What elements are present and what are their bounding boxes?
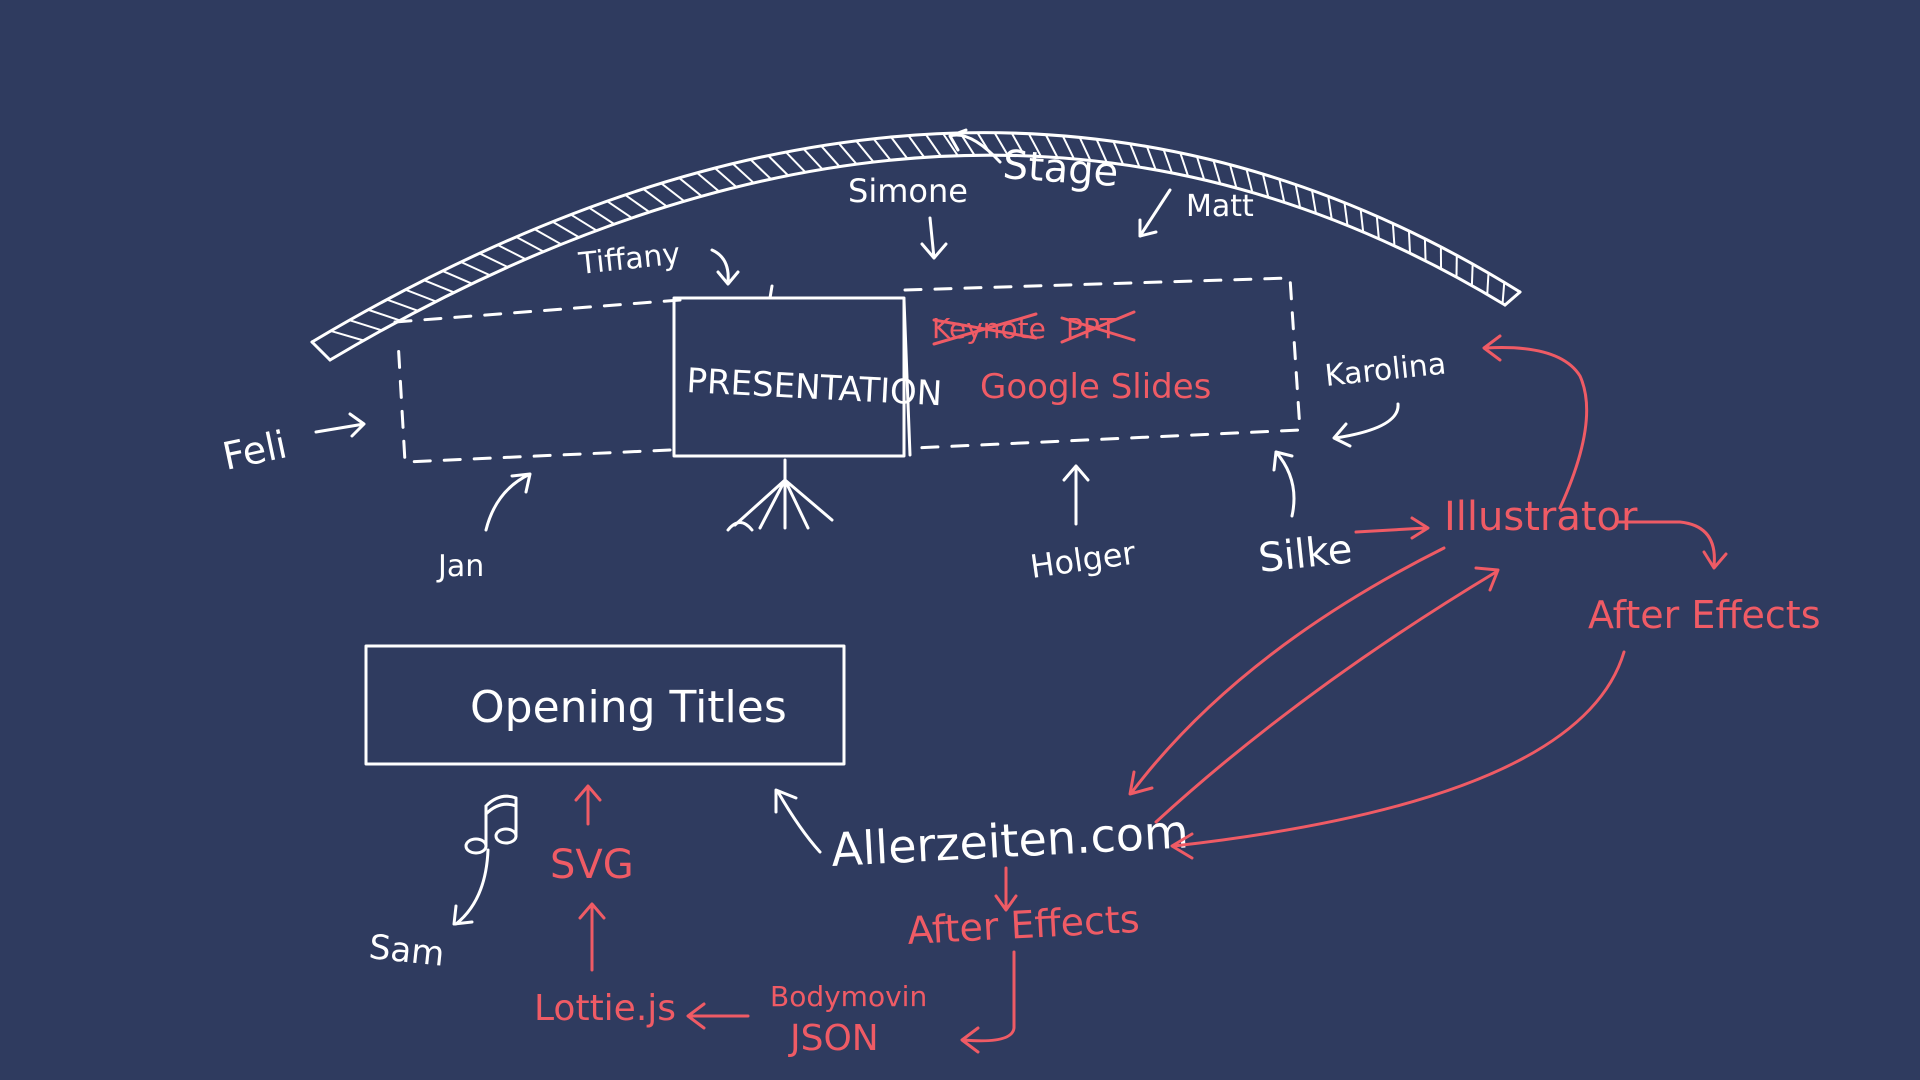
stage-hatch-line — [588, 206, 615, 225]
stage-hatching — [330, 132, 1506, 342]
format-bodymovin: Bodymovin — [770, 980, 927, 1013]
stage-hatch-line — [478, 252, 509, 268]
projector-tripod-icon — [726, 458, 834, 532]
holger-arrow — [1062, 464, 1090, 526]
person-feli: Feli — [219, 422, 291, 478]
stage-hatch-line — [349, 319, 383, 332]
stage-hatch-line — [837, 142, 858, 165]
karolina-arrow — [1332, 402, 1400, 448]
stage-hatch-line — [855, 140, 875, 163]
stage-hatch-line — [1179, 152, 1190, 177]
library-lottie: Lottie.js — [534, 988, 676, 1029]
stage-hatch-line — [1470, 263, 1474, 286]
person-simone: Simone — [848, 172, 968, 210]
tool-after-effects-top: After Effects — [1588, 593, 1821, 637]
stage-hatch-line — [802, 148, 824, 170]
stage-hatch-line — [696, 172, 720, 193]
stage-hatch-line — [1359, 209, 1365, 233]
stage-hatch-line — [1145, 146, 1157, 171]
stage-hatch-line — [497, 244, 527, 261]
stage-hatch-line — [660, 182, 685, 203]
person-karolina: Karolina — [1323, 346, 1448, 394]
stage-hatch-line — [570, 213, 598, 232]
stage-hatch-line — [460, 261, 491, 277]
stage-hatch-line — [367, 308, 401, 322]
matt-arrow — [1138, 188, 1172, 238]
tiffany-arrow — [710, 248, 740, 286]
jan-arrow — [484, 472, 532, 532]
stage-hatch-line — [924, 133, 942, 157]
person-jan: Jan — [436, 549, 484, 584]
stage-hatch-line — [1391, 223, 1396, 246]
stage-hatch-line — [552, 220, 580, 239]
stage-label: Stage — [1001, 142, 1120, 196]
stage-hatch-line — [1195, 156, 1206, 181]
format-json: JSON — [788, 1018, 879, 1059]
stage-hatch-line — [624, 194, 650, 213]
stage-hatch-line — [1423, 238, 1427, 261]
stage-hatch-line — [515, 236, 544, 253]
stage-hatch-line — [714, 167, 738, 188]
stage-hatch-line — [442, 270, 473, 285]
stage-hatch-line — [820, 145, 841, 168]
stage-hatch-line — [1129, 143, 1141, 168]
stage-hatch-line — [1212, 160, 1222, 185]
stage-hatch-line — [1407, 230, 1412, 254]
stage-hatch-line — [749, 158, 772, 180]
stage-hatch-line — [890, 136, 909, 160]
stage-hatch-line — [1311, 190, 1317, 214]
sam-arrow — [452, 848, 490, 926]
slides-tools: Keynote PPT Google Slides — [932, 310, 1211, 407]
stage-hatch-line — [1343, 202, 1349, 226]
person-silke: Silke — [1256, 526, 1354, 582]
stage-hatch-line — [1261, 173, 1270, 198]
stage-hatch-line — [1327, 196, 1333, 220]
stage-hatch-line — [678, 177, 703, 198]
stage-hatch-line — [907, 134, 926, 158]
presentation-screen: PRESENTATION — [672, 284, 943, 458]
sketch-diagram: Stage PRESENTATION Keynote PPT Google Sl… — [219, 128, 1821, 1059]
tool-illustrator: Illustrator — [1444, 494, 1638, 540]
opening-titles-box: Opening Titles — [364, 644, 846, 766]
music-note-icon — [464, 794, 518, 855]
stage-hatch-line — [872, 138, 892, 161]
person-tiffany: Tiffany — [576, 237, 682, 283]
stage-hatch-line — [1294, 184, 1302, 208]
stage-hatch-line — [1162, 149, 1173, 174]
stage-arc — [310, 131, 1522, 362]
stage-hatch-line — [1229, 164, 1238, 189]
feli-arrow — [314, 412, 366, 438]
stage-hatch-line — [386, 298, 419, 312]
silke-arrow — [1272, 450, 1296, 518]
stage-hatch-line — [330, 329, 364, 342]
format-svg: SVG — [550, 842, 634, 888]
stage-hatch-line — [1486, 272, 1490, 295]
stage-hatch-line — [767, 154, 789, 177]
chosen-tool-google-slides: Google Slides — [980, 367, 1211, 407]
tool-after-effects-bottom: After Effects — [906, 897, 1140, 953]
stage-hatch-line — [606, 200, 633, 219]
simone-arrow — [920, 216, 948, 260]
person-sam: Sam — [367, 927, 446, 975]
stage-hatch-line — [423, 279, 455, 294]
stage-hatch-line — [533, 228, 562, 246]
stage-hatch-line — [405, 288, 437, 303]
stage-hatch-line — [785, 151, 807, 173]
person-holger: Holger — [1028, 533, 1139, 585]
stage-hatch-line — [1375, 216, 1380, 239]
allerzeiten-site: Allerzeiten.com — [830, 804, 1190, 877]
stage-hatch-line — [732, 162, 755, 184]
allerzeiten-to-titles-arrow — [774, 788, 822, 854]
person-matt: Matt — [1186, 189, 1254, 224]
opening-titles-label: Opening Titles — [470, 682, 787, 733]
stage-hatch-line — [1501, 282, 1506, 304]
stage-hatch-line — [1278, 178, 1286, 203]
stage-hatch-line — [642, 188, 668, 208]
